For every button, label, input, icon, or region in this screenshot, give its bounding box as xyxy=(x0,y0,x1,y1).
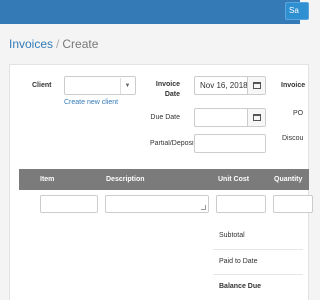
client-select[interactable]: ▼ xyxy=(64,76,136,95)
create-new-client-link[interactable]: Create new client xyxy=(64,99,118,106)
line-items-header: Item Description Unit Cost Quantity xyxy=(19,169,309,190)
column-header-description: Description xyxy=(106,176,145,183)
calendar-icon xyxy=(252,82,261,89)
item-input[interactable] xyxy=(40,195,98,213)
column-header-item: Item xyxy=(40,176,55,183)
quantity-input[interactable] xyxy=(273,195,313,213)
partial-deposit-label: Partial/Deposit xyxy=(150,140,194,147)
invoice-date-calendar-button[interactable] xyxy=(247,77,265,94)
subtotal-label: Subtotal xyxy=(219,232,245,239)
resize-handle-icon[interactable] xyxy=(201,205,206,210)
breadcrumb-separator: / xyxy=(56,37,60,51)
due-date-calendar-button[interactable] xyxy=(247,109,265,126)
client-label: Client xyxy=(32,82,52,89)
column-header-unit-cost: Unit Cost xyxy=(218,176,250,183)
calendar-icon xyxy=(252,114,261,121)
unit-cost-input[interactable] xyxy=(216,195,266,213)
paid-to-date-label: Paid to Date xyxy=(219,258,258,265)
balance-due-label: Balance Due xyxy=(219,283,262,290)
invoice-date-input[interactable]: Nov 16, 2018 xyxy=(194,76,266,95)
breadcrumb-invoices-link[interactable]: Invoices xyxy=(9,37,53,51)
divider xyxy=(213,249,303,250)
top-navbar: Sa xyxy=(0,0,309,24)
description-textarea[interactable] xyxy=(105,195,209,213)
column-header-quantity: Quantity xyxy=(274,176,303,183)
divider xyxy=(213,274,303,275)
due-date-input[interactable] xyxy=(194,108,266,127)
breadcrumb: Invoices / Create xyxy=(9,37,98,51)
discount-label: Discou xyxy=(282,135,304,142)
invoice-date-value: Nov 16, 2018 xyxy=(200,81,248,90)
invoice-number-label: Invoice xyxy=(281,82,306,89)
po-number-label: PO xyxy=(293,110,304,117)
partial-deposit-input[interactable] xyxy=(194,134,266,153)
chevron-down-icon: ▼ xyxy=(120,78,134,94)
save-button[interactable]: Sa xyxy=(285,2,309,20)
invoice-date-label: Invoice Date xyxy=(155,81,180,98)
breadcrumb-current: Create xyxy=(62,37,99,51)
due-date-label: Due Date xyxy=(150,114,180,121)
